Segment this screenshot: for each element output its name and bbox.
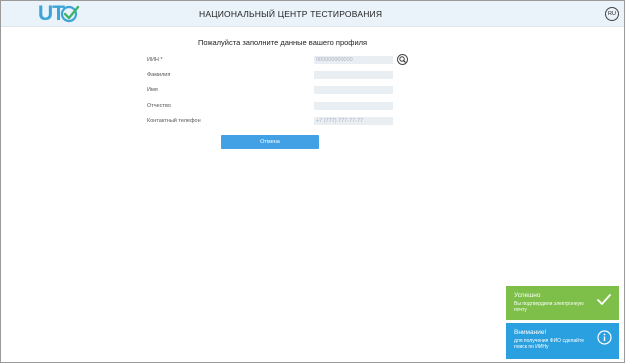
name-label: Имя <box>147 87 158 93</box>
toast-text: для получения ФИО сделайте поиск по ИИНу <box>514 338 584 350</box>
iin-input[interactable] <box>314 56 393 64</box>
patronymic-label: Отчество <box>147 103 171 109</box>
iin-search-button[interactable] <box>397 54 408 65</box>
info-toast[interactable]: Внимание! для получения ФИО сделайте пои… <box>506 323 619 359</box>
surname-label: Фамилия <box>147 72 171 78</box>
cancel-button[interactable]: Отмена <box>221 135 319 149</box>
search-icon <box>399 56 406 63</box>
surname-input[interactable] <box>314 71 393 79</box>
form-title: Пожалуйста заполните данные вашего профи… <box>198 38 368 47</box>
page-title: НАЦИОНАЛЬНЫЙ ЦЕНТР ТЕСТИРОВАНИЯ <box>199 9 383 19</box>
logo[interactable]: UT <box>38 2 82 25</box>
phone-input[interactable] <box>314 117 393 125</box>
iin-label: ИИН * <box>147 57 163 63</box>
toast-text: Вы подтвердили электронную почту <box>514 301 584 313</box>
info-icon <box>597 330 612 345</box>
logo-check-icon <box>60 5 80 23</box>
checkmark-icon <box>597 294 611 305</box>
name-input[interactable] <box>314 86 393 94</box>
language-switcher[interactable]: RU <box>605 7 619 21</box>
success-toast[interactable]: Успешно Вы подтвердили электронную почту <box>506 286 619 320</box>
patronymic-input[interactable] <box>314 102 393 110</box>
phone-label: Контактный телефон <box>147 118 201 124</box>
header: UT НАЦИОНАЛЬНЫЙ ЦЕНТР ТЕСТИРОВАНИЯ RU <box>1 1 624 27</box>
